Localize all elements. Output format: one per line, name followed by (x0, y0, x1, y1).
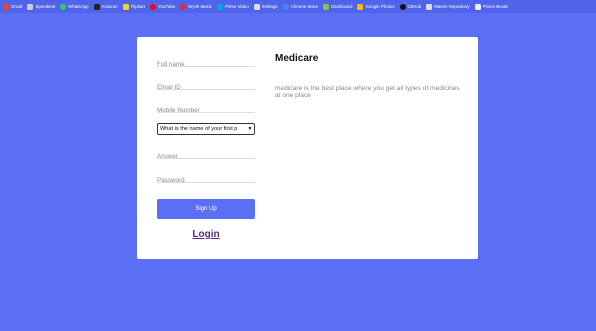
bookmark-label: Dashboard (330, 4, 353, 9)
page-title: Medicare (275, 53, 319, 64)
bookmark-label: WhatsApp (68, 4, 89, 9)
bookmark-label: Wynk Music (188, 4, 212, 9)
bookmark-github[interactable]: GitHub (399, 3, 423, 10)
bookmark-settings[interactable]: Settings (253, 3, 279, 10)
prison-break-icon (474, 3, 481, 10)
chevron-down-icon: ▼ (247, 126, 253, 132)
prime-video-icon (216, 3, 223, 10)
bookmark-youtube[interactable]: YouTube (149, 3, 176, 10)
signup-button[interactable]: Sign Up (157, 199, 255, 219)
bookmark-label: Speedtest (35, 4, 56, 9)
bookmark-dashboard[interactable]: Dashboard (322, 3, 353, 10)
whatsapp-icon (60, 3, 67, 10)
bookmark-label: Chrome Store (290, 4, 318, 9)
password-field-wrap (157, 169, 255, 187)
bookmark-label: Maven Repository (434, 4, 470, 9)
bookmark-gmail[interactable]: Gmail (2, 3, 23, 10)
bookmark-label: Settings (261, 4, 278, 9)
password-input[interactable] (157, 174, 255, 187)
speedtest-icon (27, 3, 34, 10)
answer-input[interactable] (157, 150, 255, 163)
flipkart-icon (122, 3, 129, 10)
bookmark-label: Flipkart (130, 4, 146, 9)
mobile-field-wrap (157, 99, 255, 117)
bookmarks-bar: Gmail Speedtest WhatsApp Amazon Flipkart YouT… (0, 0, 596, 13)
github-icon (399, 3, 406, 10)
security-question-value: What is the name of your first p (160, 126, 238, 132)
bookmark-label: Google Photos (365, 4, 395, 9)
bookmark-prime-video[interactable]: Prime Video (216, 3, 250, 10)
bookmark-flipkart[interactable]: Flipkart (122, 3, 146, 10)
gear-icon (253, 3, 260, 10)
bookmark-label: GitHub (407, 4, 422, 9)
dashboard-icon (322, 3, 329, 10)
bookmark-whatsapp[interactable]: WhatsApp (59, 3, 89, 10)
bookmark-label: Prime Video (224, 4, 249, 9)
security-question-select[interactable]: What is the name of your first p ▼ (157, 123, 255, 135)
fullname-input[interactable] (157, 58, 255, 71)
signup-card: What is the name of your first p ▼ Sign … (137, 37, 478, 259)
maven-icon (426, 3, 433, 10)
google-photos-icon (357, 3, 364, 10)
bookmark-label: Gmail (11, 4, 23, 9)
bookmark-label: Amazon (101, 4, 118, 9)
bookmark-amazon[interactable]: Amazon (93, 3, 119, 10)
answer-field-wrap (157, 145, 255, 163)
bookmark-speedtest[interactable]: Speedtest (26, 3, 56, 10)
bookmark-prison-break[interactable]: Prison Break (474, 3, 509, 10)
youtube-icon (150, 3, 157, 10)
amazon-icon (93, 3, 100, 10)
bookmark-label: Prison Break (482, 4, 508, 9)
bookmark-wynk-music[interactable]: Wynk Music (179, 3, 213, 10)
bookmark-chrome-store[interactable]: Chrome Store (282, 3, 319, 10)
email-field-wrap (157, 76, 255, 94)
fullname-field-wrap (157, 53, 255, 71)
bookmark-google-photos[interactable]: Google Photos (356, 3, 395, 10)
chrome-store-icon (282, 3, 289, 10)
login-link[interactable]: Login (157, 229, 255, 240)
email-input[interactable] (157, 81, 255, 94)
bookmark-label: YouTube (158, 4, 176, 9)
mobile-input[interactable] (157, 104, 255, 117)
wynk-icon (180, 3, 187, 10)
gmail-icon (3, 3, 9, 10)
bookmark-maven-repository[interactable]: Maven Repository (425, 3, 470, 10)
app-description: medicare is the best place where you get… (275, 85, 460, 99)
